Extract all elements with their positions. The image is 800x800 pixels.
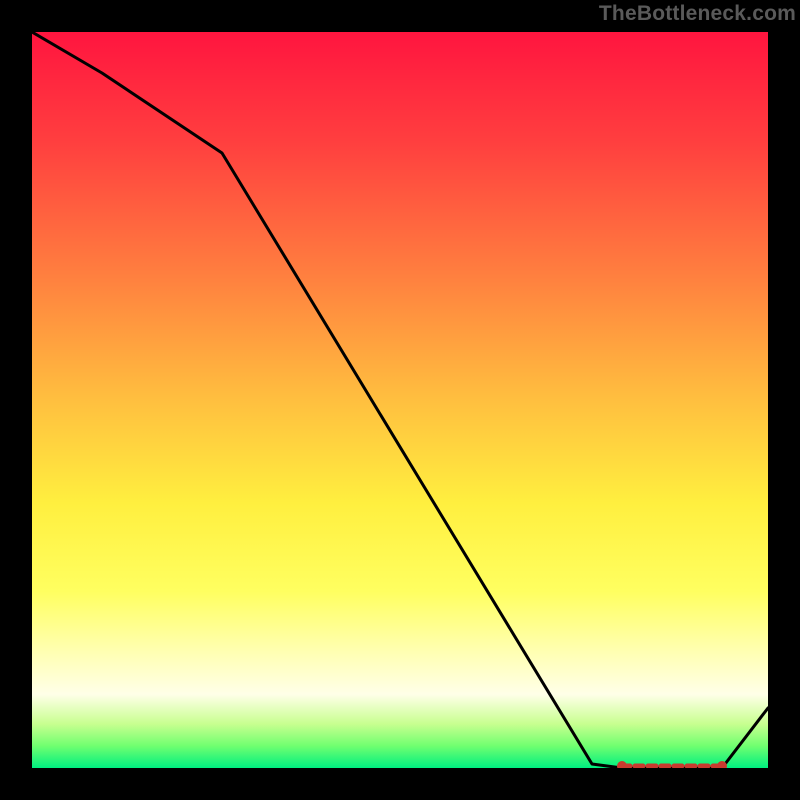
optimal-range-marker: [32, 32, 768, 768]
watermark-text: TheBottleneck.com: [599, 2, 796, 26]
chart-frame: TheBottleneck.com: [0, 0, 800, 800]
